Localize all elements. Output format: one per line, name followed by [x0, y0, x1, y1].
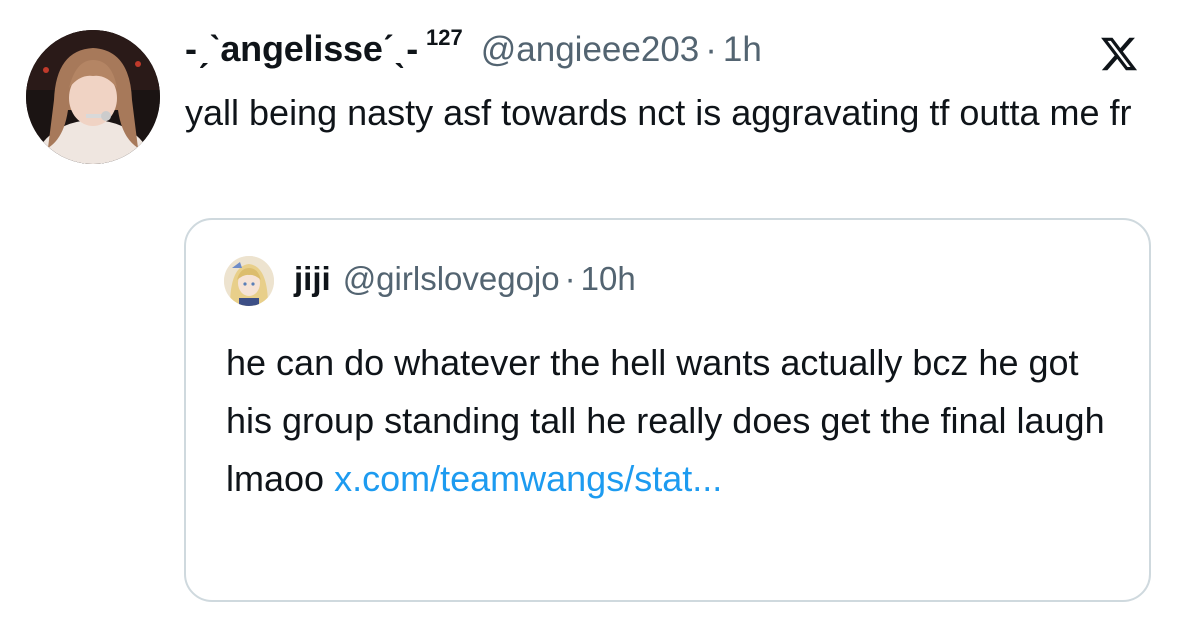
quoted-author-avatar[interactable] [224, 256, 274, 306]
quoted-tweet-body: he can do whatever the hell wants actual… [226, 334, 1126, 508]
author-handle[interactable]: @angieee203 [481, 30, 700, 70]
tweet-timestamp[interactable]: 1h [723, 30, 762, 70]
quoted-tweet-timestamp[interactable]: 10h [581, 260, 636, 298]
tweet-body-text: yall being nasty asf towards nct is aggr… [185, 92, 1132, 133]
author-avatar[interactable] [26, 30, 160, 164]
quoted-author-handle[interactable]: @girlslovegojo [343, 260, 560, 298]
quoted-author-display-name[interactable]: jiji [294, 260, 331, 298]
separator-dot: · [705, 30, 717, 69]
quoted-tweet-header: jiji @girlslovegojo · 10h [294, 260, 636, 298]
avatar-photo-icon [26, 30, 160, 164]
author-name-suffix: 127 [426, 25, 463, 50]
author-display-name[interactable]: -ˏˋangelisseˊˎ- [185, 28, 418, 70]
quoted-tweet-card[interactable]: jiji @girlslovegojo · 10h he can do what… [184, 218, 1151, 602]
tweet-header: -ˏˋangelisseˊˎ- 127 @angieee203 · 1h [185, 25, 762, 78]
tweet-card[interactable]: -ˏˋangelisseˊˎ- 127 @angieee203 · 1h yal… [0, 0, 1179, 627]
quoted-tweet-link[interactable]: x.com/teamwangs/stat... [334, 458, 722, 499]
quoted-separator-dot: · [564, 260, 576, 297]
anime-avatar-icon [224, 256, 274, 306]
x-logo-icon [1101, 37, 1138, 71]
